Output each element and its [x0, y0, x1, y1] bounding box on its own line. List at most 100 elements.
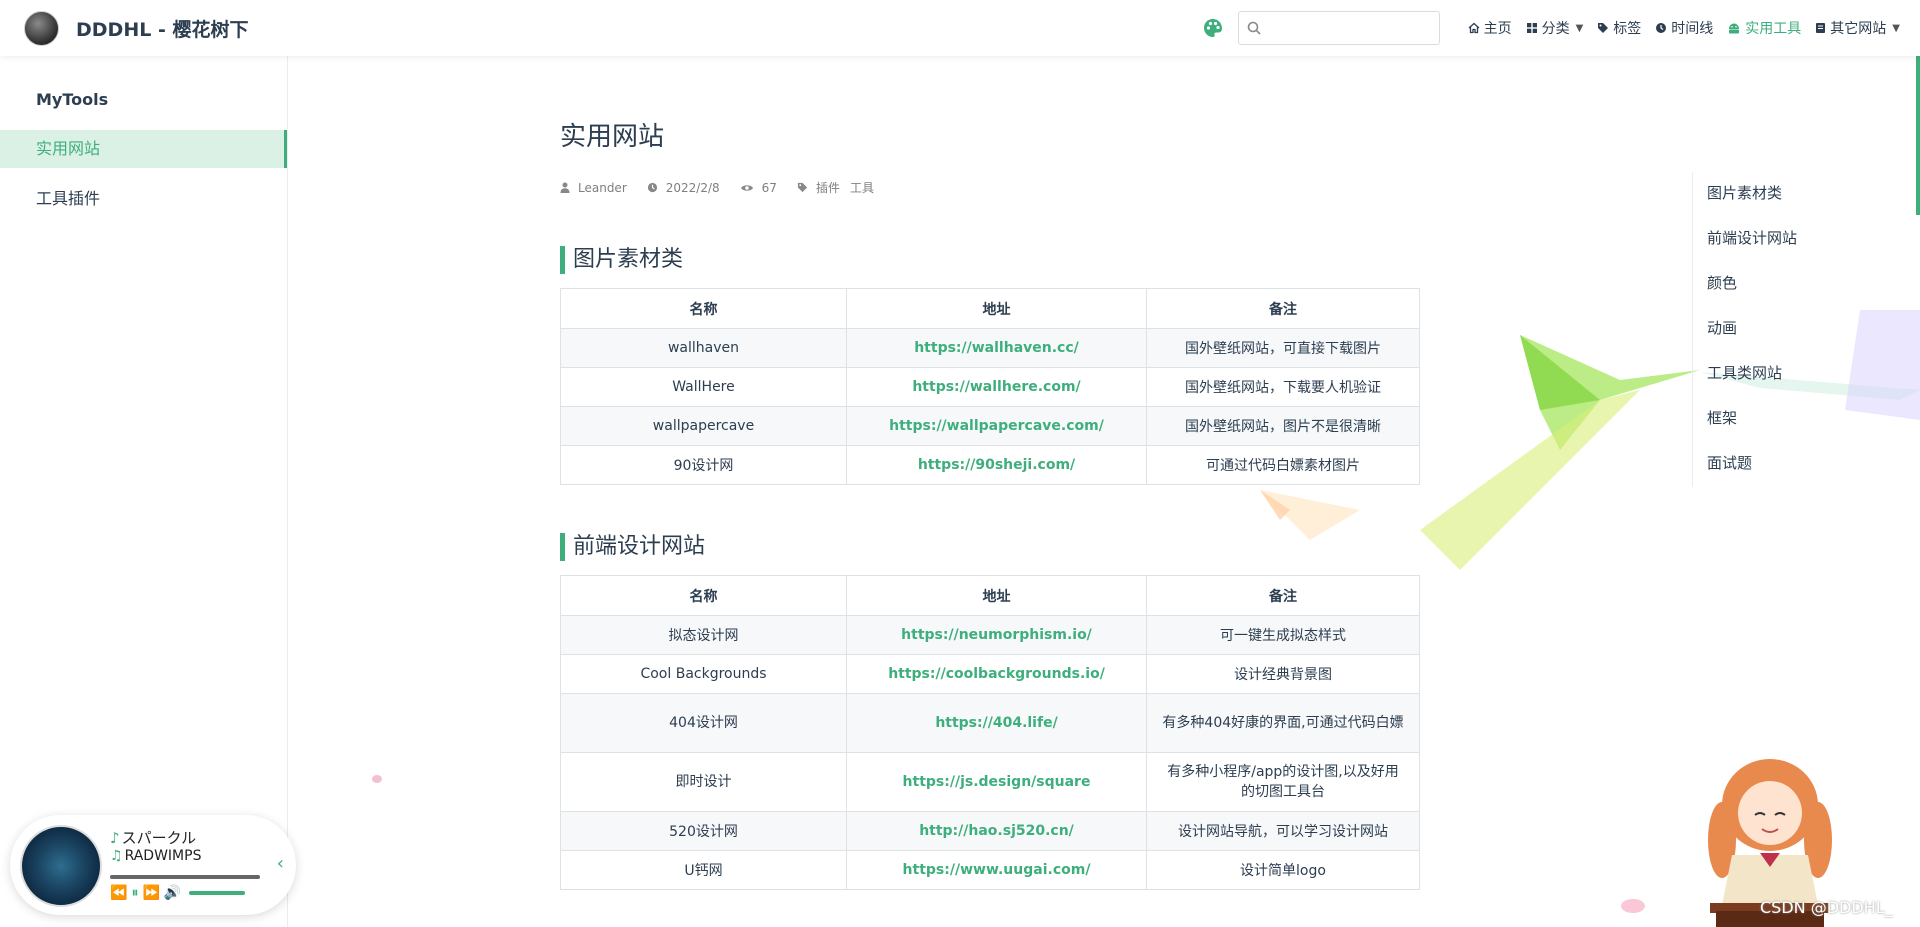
chevron-down-icon: ▼: [1892, 22, 1900, 34]
section-heading: 图片素材类: [560, 246, 1420, 274]
home-icon: [1468, 22, 1480, 34]
cell-note: 设计网站导航，可以学习设计网站: [1146, 811, 1420, 851]
cell-url: https://404.life/: [846, 693, 1147, 753]
toc-item[interactable]: 动画: [1707, 307, 1797, 352]
page-meta: Leander 2022/2/8 67 插件 工具: [560, 179, 1420, 196]
nav-item-category[interactable]: 分类 ▼: [1526, 18, 1584, 38]
artist-icon: ♫: [110, 848, 123, 864]
cell-name: 90设计网: [560, 445, 847, 485]
sidebar: MyTools 实用网站 工具插件: [0, 56, 288, 927]
site-link[interactable]: https://wallhaven.cc/: [914, 340, 1079, 356]
cell-url: https://coolbackgrounds.io/: [846, 654, 1147, 694]
site-link[interactable]: https://www.uugai.com/: [903, 862, 1091, 878]
site-link[interactable]: https://js.design/square: [903, 774, 1091, 790]
cell-name: wallhaven: [560, 328, 847, 368]
meta-date: 2022/2/8: [647, 181, 720, 195]
site-link[interactable]: http://hao.sj520.cn/: [919, 823, 1074, 839]
volume-icon[interactable]: 🔊: [164, 885, 181, 901]
brand[interactable]: DDDHL - 樱花树下: [24, 10, 248, 46]
eye-icon: [740, 184, 753, 191]
cell-note: 国外壁纸网站，图片不是很清晰: [1146, 406, 1420, 446]
table-row: 拟态设计网 https://neumorphism.io/ 可一键生成拟态样式: [560, 615, 1420, 655]
cell-note: 有多种小程序/app的设计图,以及好用的切图工具台: [1146, 752, 1420, 812]
cell-note: 国外壁纸网站，下载要人机验证: [1146, 367, 1420, 407]
nav-item-label: 标签: [1613, 21, 1642, 37]
meta-date-text: 2022/2/8: [665, 180, 720, 195]
table-row: U钙网 https://www.uugai.com/ 设计简单logo: [560, 850, 1420, 890]
nav-item-timeline[interactable]: 时间线: [1655, 18, 1713, 38]
chevron-down-icon: ▼: [1575, 22, 1584, 34]
volume-slider[interactable]: [189, 891, 246, 895]
cell-name: 404设计网: [560, 693, 847, 753]
toc-item[interactable]: 颜色: [1707, 262, 1797, 307]
pause-icon[interactable]: ⏸: [131, 885, 138, 901]
table-row: Cool Backgrounds https://coolbackgrounds…: [560, 654, 1420, 694]
sidebar-item-tool-plugins[interactable]: 工具插件: [0, 180, 287, 218]
site-link[interactable]: https://90sheji.com/: [918, 457, 1075, 473]
cell-note: 可一键生成拟态样式: [1146, 615, 1420, 655]
site-link[interactable]: https://coolbackgrounds.io/: [888, 666, 1105, 682]
column-header: 地址: [846, 575, 1147, 616]
palette-icon[interactable]: [1202, 17, 1224, 39]
sidebar-item-useful-sites[interactable]: 实用网站: [0, 130, 287, 168]
meta-views: 67: [740, 181, 777, 195]
search-input[interactable]: [1238, 12, 1439, 44]
album-cover[interactable]: [20, 825, 102, 907]
next-icon[interactable]: ⏩: [142, 885, 159, 901]
nav-item-other-sites[interactable]: 其它网站 ▼: [1815, 18, 1900, 38]
sites-table-frontend: 名称 地址 备注 拟态设计网 https://neumorphism.io/ 可…: [560, 575, 1420, 890]
column-header: 名称: [560, 288, 847, 329]
site-link[interactable]: https://wallhere.com/: [912, 379, 1080, 395]
cell-name: U钙网: [560, 850, 847, 890]
meta-tag-link[interactable]: 工具: [850, 179, 874, 196]
main-content: 实用网站 Leander 2022/2/8 67 插件 工具 图片素材类 名称 …: [560, 56, 1420, 890]
previous-icon[interactable]: ⏪: [110, 885, 127, 901]
progress-bar[interactable]: [110, 875, 260, 879]
column-header: 备注: [1146, 288, 1420, 329]
tag-icon: [1598, 23, 1609, 33]
watermark-text: CSDN @DDDHL_: [1760, 898, 1893, 917]
site-link[interactable]: https://neumorphism.io/: [901, 627, 1092, 643]
site-link[interactable]: https://wallpapercave.com/: [889, 418, 1104, 434]
cell-note: 设计经典背景图: [1146, 654, 1420, 694]
site-link[interactable]: https://404.life/: [935, 715, 1057, 731]
meta-tag-link[interactable]: 插件: [816, 179, 840, 196]
toc-item[interactable]: 前端设计网站: [1707, 217, 1797, 262]
table-row: 520设计网 http://hao.sj520.cn/ 设计网站导航，可以学习设…: [560, 811, 1420, 851]
column-header: 名称: [560, 575, 847, 616]
section-heading: 前端设计网站: [560, 533, 1420, 561]
meta-author-text: Leander: [578, 180, 627, 195]
toc-item[interactable]: 面试题: [1707, 442, 1797, 487]
cell-note: 国外壁纸网站，可直接下载图片: [1146, 328, 1420, 368]
clock-icon: [647, 182, 657, 193]
cell-name: Cool Backgrounds: [560, 654, 847, 694]
sidebar-heading[interactable]: MyTools: [0, 56, 287, 130]
toc-item[interactable]: 工具类网站: [1707, 352, 1797, 397]
site-title[interactable]: DDDHL - 樱花树下: [76, 15, 248, 42]
toc-item[interactable]: 图片素材类: [1707, 172, 1797, 217]
android-icon: [1729, 23, 1740, 34]
cell-note: 可通过代码白嫖素材图片: [1146, 445, 1420, 485]
nav-item-tools[interactable]: 实用工具: [1727, 18, 1801, 38]
cell-url: https://wallhere.com/: [846, 367, 1147, 407]
column-header: 地址: [846, 288, 1147, 329]
petal-decoration: [1621, 899, 1645, 913]
cell-url: https://90sheji.com/: [846, 445, 1147, 485]
cell-url: https://neumorphism.io/: [846, 615, 1147, 655]
tag-icon: [797, 182, 808, 193]
cell-note: 有多种404好康的界面,可通过代码白嫖: [1146, 693, 1420, 753]
nav-item-tags[interactable]: 标签: [1597, 18, 1641, 38]
site-avatar[interactable]: [24, 10, 59, 46]
nav-item-home[interactable]: 主页: [1468, 18, 1512, 38]
nav-item-label: 主页: [1483, 21, 1512, 37]
nav-right: 主页 分类 ▼ 标签 时间线 实用工具 其它网站 ▼: [1202, 0, 1900, 56]
chevron-left-icon[interactable]: ‹: [277, 853, 284, 874]
table-row: 404设计网 https://404.life/ 有多种404好康的界面,可通过…: [560, 693, 1420, 753]
cell-name: 即时设计: [560, 752, 847, 812]
music-player: ♪ スパークル ♫ RADWIMPS ⏪ ⏸ ⏩ 🔊 ‹: [10, 815, 296, 915]
user-icon: [560, 182, 570, 193]
cell-name: 拟态设计网: [560, 615, 847, 655]
page-title: 实用网站: [560, 122, 665, 152]
table-row: WallHere https://wallhere.com/ 国外壁纸网站，下载…: [560, 367, 1420, 407]
toc-item[interactable]: 框架: [1707, 397, 1797, 442]
